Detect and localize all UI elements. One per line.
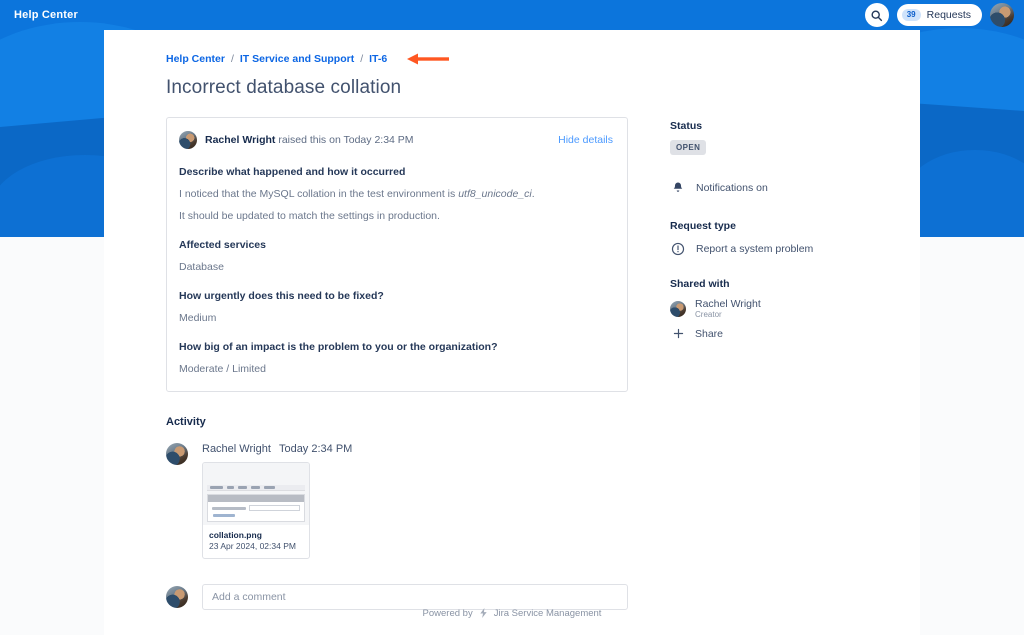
thumbnail-field-label — [212, 507, 246, 510]
search-icon — [870, 9, 883, 22]
attachment-date: 23 Apr 2024, 02:34 PM — [209, 541, 303, 551]
plus-icon — [670, 327, 686, 340]
left-arrow-annotation-icon — [407, 52, 449, 66]
activity-entry: Rachel Wright Today 2:34 PM — [166, 443, 628, 559]
top-navigation-bar: Help Center 39 Requests — [0, 0, 1024, 30]
powered-by-text: Powered by — [423, 608, 473, 619]
status-badge: OPEN — [670, 140, 706, 155]
request-sidebar: Status OPEN Notifications on Request typ… — [670, 117, 902, 610]
field-value-description-line2: It should be updated to match the settin… — [179, 210, 613, 222]
attachment-card[interactable]: collation.png 23 Apr 2024, 02:34 PM — [202, 462, 310, 559]
activity-author-avatar — [166, 443, 188, 465]
field-value-description-line1: I noticed that the MySQL collation in th… — [179, 188, 613, 200]
breadcrumb-separator: / — [360, 53, 363, 65]
product-name: Jira Service Management — [494, 608, 602, 619]
search-button[interactable] — [865, 3, 889, 27]
field-value-urgency: Medium — [179, 312, 613, 324]
thumbnail-link — [213, 514, 235, 517]
annotation-arrow — [407, 52, 449, 66]
add-comment-placeholder: Add a comment — [212, 591, 286, 603]
thumbnail-tab — [227, 486, 234, 489]
thumbnail-tab — [210, 486, 223, 489]
requests-label: Requests — [927, 9, 971, 21]
breadcrumb-separator: / — [231, 53, 234, 65]
reporter-name: Rachel Wright — [205, 134, 275, 146]
page-card: Help Center / IT Service and Support / I… — [104, 30, 920, 635]
share-button[interactable]: Share — [670, 327, 902, 340]
main-column: Rachel Wright raised this on Today 2:34 … — [166, 117, 628, 610]
field-value-impact: Moderate / Limited — [179, 363, 613, 375]
description-text-suffix: . — [532, 188, 535, 200]
activity-timestamp: Today 2:34 PM — [279, 443, 352, 455]
field-label-urgency: How urgently does this need to be fixed? — [179, 290, 613, 302]
shared-person-name: Rachel Wright — [695, 298, 761, 310]
hide-details-link[interactable]: Hide details — [558, 134, 613, 146]
thumbnail-toolbar — [207, 485, 305, 491]
requests-button[interactable]: 39 Requests — [897, 4, 982, 26]
help-center-request-page: Help Center 39 Requests Help Center / IT… — [0, 0, 1024, 635]
shared-person-avatar — [670, 301, 686, 317]
thumbnail-select — [249, 505, 300, 511]
breadcrumb: Help Center / IT Service and Support / I… — [166, 52, 876, 66]
notifications-toggle[interactable]: Notifications on — [670, 181, 902, 194]
jira-bolt-icon — [478, 607, 489, 619]
reporter-avatar — [179, 131, 197, 149]
activity-author-name: Rachel Wright — [202, 443, 271, 455]
requests-count-badge: 39 — [902, 9, 921, 21]
page-footer: Powered by Jira Service Management — [104, 607, 920, 619]
shared-person: Rachel Wright Creator — [670, 298, 902, 319]
current-user-avatar — [166, 586, 188, 608]
thumbnail-form-row — [208, 502, 304, 514]
request-details-card: Rachel Wright raised this on Today 2:34 … — [166, 117, 628, 392]
page-title: Incorrect database collation — [166, 77, 876, 99]
thumbnail-tab — [264, 486, 275, 489]
request-type-value-row: Report a system problem — [670, 242, 902, 256]
request-type-heading: Request type — [670, 220, 902, 232]
thumbnail-tab — [251, 486, 260, 489]
thumbnail-panel-header — [208, 495, 304, 502]
field-label-impact: How big of an impact is the problem to y… — [179, 341, 613, 353]
share-label: Share — [695, 328, 723, 340]
raised-by-text: Rachel Wright raised this on Today 2:34 … — [205, 134, 414, 146]
notifications-label: Notifications on — [696, 182, 768, 194]
attachment-filename: collation.png — [209, 530, 303, 540]
field-label-affected-services: Affected services — [179, 239, 613, 251]
bell-icon — [670, 181, 686, 194]
help-center-logo[interactable]: Help Center — [14, 9, 78, 21]
breadcrumb-item-it-service-and-support[interactable]: IT Service and Support — [240, 53, 354, 65]
thumbnail-panel — [207, 494, 305, 522]
profile-avatar[interactable] — [990, 3, 1014, 27]
activity-entry-body: Rachel Wright Today 2:34 PM — [202, 443, 352, 559]
exclamation-circle-icon — [670, 242, 686, 256]
attachment-thumbnail — [203, 463, 309, 525]
status-heading: Status — [670, 120, 902, 132]
field-label-description: Describe what happened and how it occurr… — [179, 166, 613, 178]
description-text-prefix: I noticed that the MySQL collation in th… — [179, 188, 458, 200]
breadcrumb-item-help-center[interactable]: Help Center — [166, 53, 225, 65]
activity-heading: Activity — [166, 416, 628, 428]
description-collation-value: utf8_unicode_ci — [458, 188, 532, 200]
shared-with-heading: Shared with — [670, 278, 902, 290]
shared-person-role: Creator — [695, 310, 761, 319]
shared-person-info: Rachel Wright Creator — [695, 298, 761, 319]
top-nav-actions: 39 Requests — [865, 3, 1014, 27]
breadcrumb-item-it-6[interactable]: IT-6 — [369, 53, 387, 65]
field-value-affected-services: Database — [179, 261, 613, 273]
raised-timestamp: raised this on Today 2:34 PM — [278, 134, 413, 146]
request-details-header: Rachel Wright raised this on Today 2:34 … — [179, 131, 613, 149]
thumbnail-tab — [238, 486, 247, 489]
request-type-value: Report a system problem — [696, 243, 813, 255]
attachment-meta: collation.png 23 Apr 2024, 02:34 PM — [203, 525, 309, 558]
activity-author-line: Rachel Wright Today 2:34 PM — [202, 443, 352, 455]
